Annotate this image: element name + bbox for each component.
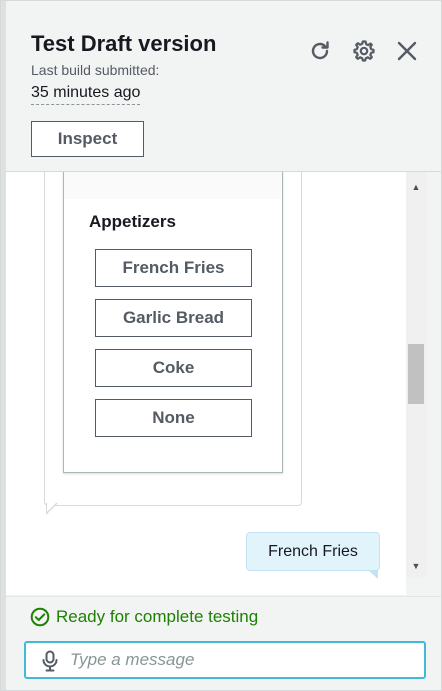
close-icon[interactable] (393, 37, 421, 65)
message-input-box[interactable] (24, 641, 426, 679)
card-image-area (64, 172, 282, 199)
inspect-button[interactable]: Inspect (31, 121, 144, 157)
build-time[interactable]: 35 minutes ago (31, 84, 141, 105)
build-label: Last build submitted: (31, 62, 160, 78)
option-button-none[interactable]: None (95, 399, 252, 437)
scroll-thumb[interactable] (408, 344, 424, 404)
scroll-down-arrow-icon[interactable]: ▼ (406, 557, 426, 575)
panel-title: Test Draft version (31, 31, 217, 56)
panel-footer: Ready for complete testing (6, 596, 441, 690)
option-button-french-fries[interactable]: French Fries (95, 249, 252, 287)
response-card: Appetizers French Fries Garlic Bread Cok… (63, 172, 283, 473)
gear-icon[interactable] (350, 37, 378, 65)
card-title: Appetizers (89, 212, 176, 231)
status-text: Ready for complete testing (56, 607, 259, 626)
message-input[interactable] (70, 647, 410, 673)
chat-history: Appetizers French Fries Garlic Bread Cok… (6, 172, 406, 595)
microphone-icon[interactable] (40, 650, 60, 672)
user-message-bubble: French Fries (246, 532, 380, 571)
status-indicator: Ready for complete testing (30, 607, 258, 627)
check-circle-icon (30, 607, 50, 627)
test-panel: Test Draft version Last build submitted:… (0, 0, 442, 691)
refresh-icon[interactable] (306, 37, 334, 65)
option-button-garlic-bread[interactable]: Garlic Bread (95, 299, 252, 337)
chat-scrollbar[interactable]: ▲ ▼ (406, 172, 426, 578)
panel-header: Test Draft version Last build submitted:… (6, 1, 441, 172)
option-button-coke[interactable]: Coke (95, 349, 252, 387)
user-bubble-tail (368, 570, 378, 579)
scroll-up-arrow-icon[interactable]: ▲ (406, 178, 426, 196)
